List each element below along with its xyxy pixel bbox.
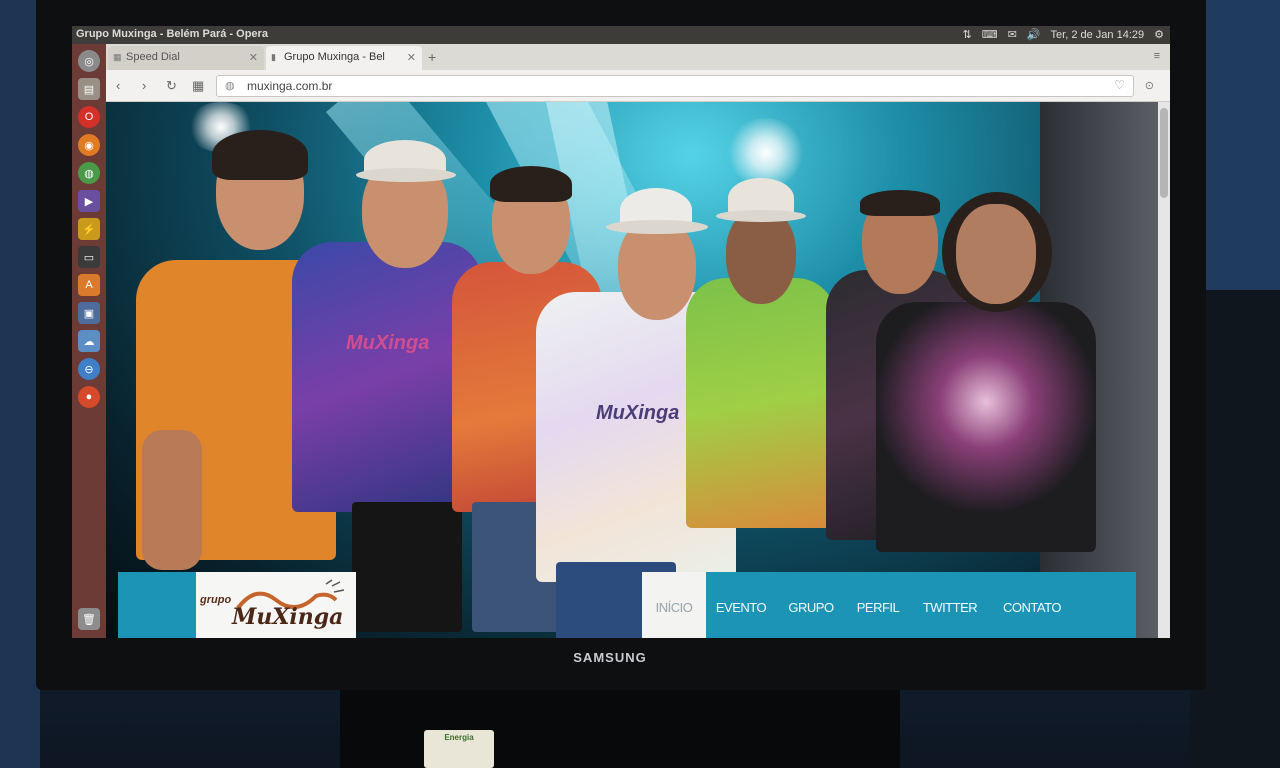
hair <box>860 190 940 216</box>
main-nav: INÍCIO EVENTO GRUPO PERFIL TWITTER CONTA… <box>642 572 1136 638</box>
shirt-print: MuXinga <box>596 402 680 424</box>
hat-brim <box>606 220 708 234</box>
energy-sticker: Energia <box>424 730 494 768</box>
close-icon[interactable]: ✕ <box>249 51 258 64</box>
close-icon[interactable]: ✕ <box>407 51 416 64</box>
volume-icon[interactable]: 🔊 <box>1027 28 1041 41</box>
url-text: muxinga.com.br <box>247 79 333 93</box>
tab-speed-dial[interactable]: ▦ Speed Dial ✕ <box>108 46 264 70</box>
unity-launcher: ◎ ▤ O ◉ ◍ ▶ ⚡ ▭ A ▣ ☁ ⊖ ● 🗑 <box>72 44 106 638</box>
shirt-print: MuXinga <box>346 332 430 354</box>
wall-left <box>0 0 40 768</box>
hair <box>490 166 572 202</box>
grid-icon: ▦ <box>113 52 122 62</box>
forward-icon[interactable]: › <box>142 78 146 93</box>
tab-menu-icon[interactable]: ≡ <box>1154 50 1160 62</box>
monitor-brand: SAMSUNG <box>573 650 647 665</box>
nav-evento[interactable]: EVENTO <box>706 572 776 638</box>
screen: Grupo Muxinga - Belém Pará - Opera ⇅ ⌨ ✉… <box>72 26 1170 638</box>
browser-window: ▦ Speed Dial ✕ ▮ Grupo Muxinga - Bel ✕ +… <box>106 44 1170 638</box>
bookmark-heart-icon[interactable]: ♡ <box>1114 78 1125 92</box>
cloud-icon[interactable]: ☁ <box>78 330 100 352</box>
network-icon[interactable]: ⇅ <box>963 28 972 41</box>
download-icon[interactable]: ⊙ <box>1145 79 1154 92</box>
chrome-icon[interactable]: ◍ <box>78 162 100 184</box>
globe-icon: ◍ <box>225 80 235 92</box>
new-tab-button[interactable]: + <box>428 49 436 65</box>
site-logo[interactable]: grupo MuXinga <box>196 572 356 638</box>
opera-icon[interactable]: O <box>78 106 100 128</box>
files-icon[interactable]: ▤ <box>78 78 100 100</box>
search-icon[interactable]: ◎ <box>78 50 100 72</box>
mail-icon[interactable]: ✉ <box>1008 28 1017 41</box>
navigation-bar: ‹ › ↻ ▦ ◍ muxinga.com.br ♡ ⊙ <box>106 70 1170 102</box>
keyboard-icon[interactable]: ⌨ <box>982 28 998 41</box>
page-icon: ▮ <box>271 52 276 62</box>
opera-red-icon[interactable]: ● <box>78 386 100 408</box>
tab-bar: ▦ Speed Dial ✕ ▮ Grupo Muxinga - Bel ✕ +… <box>106 44 1170 70</box>
address-bar[interactable]: ◍ muxinga.com.br ♡ <box>216 75 1134 97</box>
tab-label: Speed Dial <box>126 51 180 63</box>
page-content: MuXinga MuXinga grupo MuXinga INÍCIO EVE… <box>106 102 1170 638</box>
speed-dial-icon[interactable]: ▦ <box>192 78 204 94</box>
face <box>726 208 796 304</box>
clock[interactable]: Ter, 2 de Jan 14:29 <box>1051 29 1145 41</box>
flash-icon[interactable]: ⚡ <box>78 218 100 240</box>
nav-inicio[interactable]: INÍCIO <box>642 572 706 638</box>
trash-icon[interactable]: 🗑 <box>78 608 100 630</box>
terminal-icon[interactable]: ▭ <box>78 246 100 268</box>
tie-dye-shirt <box>876 302 1096 552</box>
tab-muxinga[interactable]: ▮ Grupo Muxinga - Bel ✕ <box>266 46 422 70</box>
scrollbar-thumb[interactable] <box>1160 108 1168 198</box>
back-icon[interactable]: ‹ <box>116 78 120 93</box>
logo-small-text: grupo <box>200 594 232 606</box>
tab-label: Grupo Muxinga - Bel <box>284 51 385 63</box>
page-scrollbar[interactable] <box>1158 102 1170 638</box>
face <box>956 204 1036 304</box>
reload-icon[interactable]: ↻ <box>166 78 177 94</box>
arm <box>142 430 202 570</box>
nav-grupo[interactable]: GRUPO <box>776 572 846 638</box>
logo-text: MuXinga <box>232 604 344 630</box>
nav-contato[interactable]: CONTATO <box>990 572 1074 638</box>
image-viewer-icon[interactable]: ▣ <box>78 302 100 324</box>
nav-twitter[interactable]: TWITTER <box>910 572 990 638</box>
site-header: grupo MuXinga INÍCIO EVENTO GRUPO PERFIL… <box>118 572 1136 638</box>
hair <box>212 130 308 180</box>
photo-scene: SAMSUNG Energia Grupo Muxinga - Belém Pa… <box>0 0 1280 768</box>
video-icon[interactable]: ▶ <box>78 190 100 212</box>
software-center-icon[interactable]: A <box>78 274 100 296</box>
gear-icon[interactable]: ⚙ <box>1154 28 1164 41</box>
firefox-icon[interactable]: ◉ <box>78 134 100 156</box>
header-band-left <box>118 572 196 638</box>
system-tray: ⇅ ⌨ ✉ 🔊 Ter, 2 de Jan 14:29 ⚙ <box>963 28 1164 42</box>
os-top-bar: Grupo Muxinga - Belém Pará - Opera ⇅ ⌨ ✉… <box>72 26 1170 44</box>
browser-icon[interactable]: ⊖ <box>78 358 100 380</box>
nav-perfil[interactable]: PERFIL <box>846 572 910 638</box>
green-shirt <box>686 278 836 528</box>
window-title: Grupo Muxinga - Belém Pará - Opera <box>76 28 268 40</box>
hat-brim <box>356 168 456 182</box>
hat-brim <box>716 210 806 222</box>
